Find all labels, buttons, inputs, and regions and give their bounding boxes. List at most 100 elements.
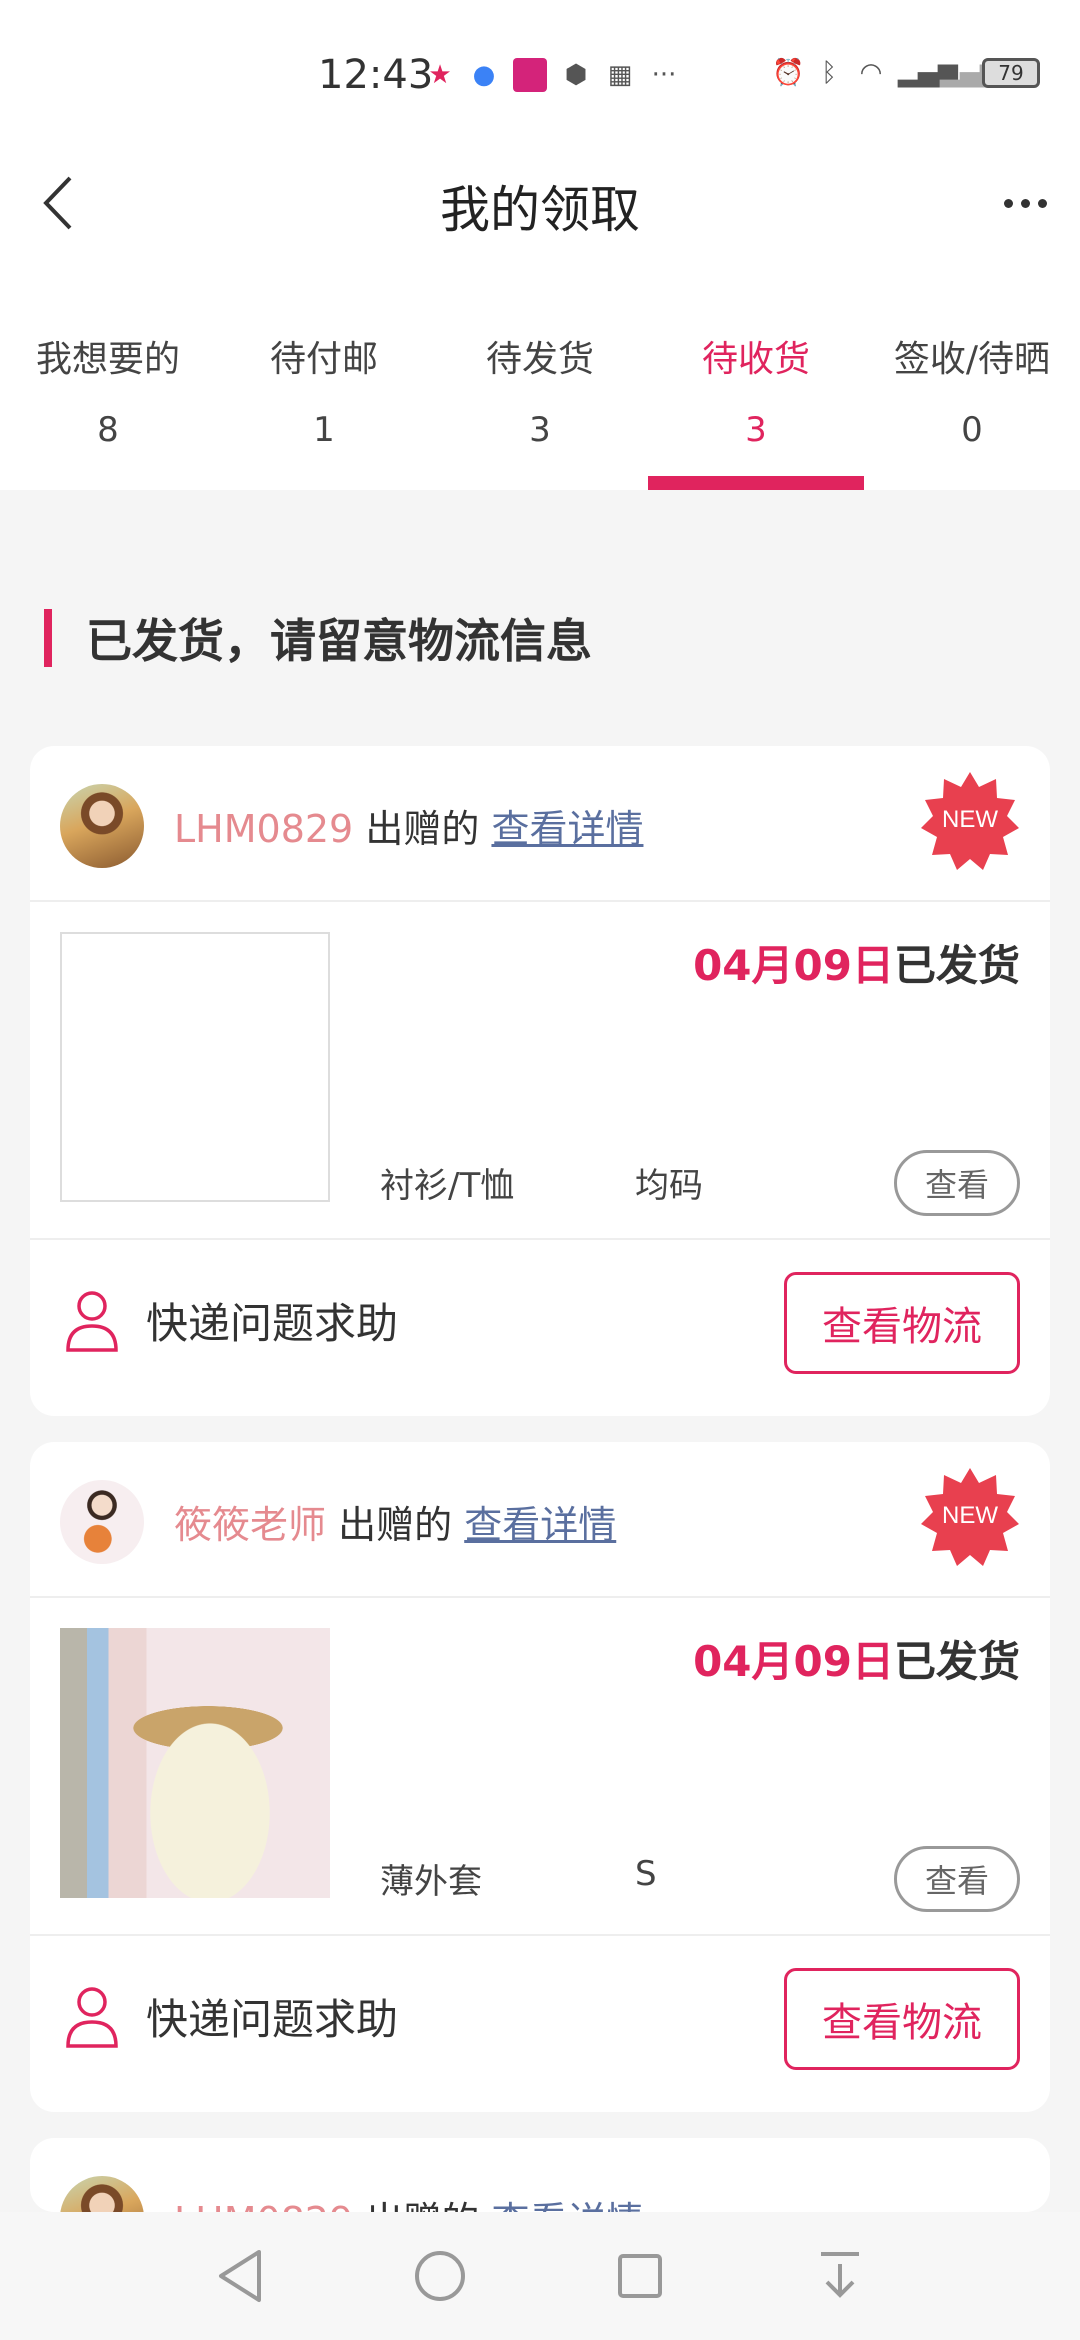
card-header: LHM0829 出赠的 查看详情	[30, 2138, 1050, 2212]
tab-pending-postage[interactable]: 待付邮 1	[216, 310, 432, 490]
ship-date: 04月09日	[693, 941, 894, 990]
battery-icon: 79	[982, 58, 1040, 88]
card-header-text: LHM0829 出赠的 查看详情	[174, 2190, 643, 2212]
tab-pending-receipt[interactable]: 待收货 3	[648, 310, 864, 490]
ship-info: 04月09日已发货	[693, 932, 1020, 993]
active-tab-indicator	[648, 476, 864, 490]
calendar-icon: ▦	[607, 60, 633, 90]
ship-status: 已发货	[893, 941, 1020, 990]
card-body: 04月09日已发货 薄外套 S 查看	[30, 1598, 1050, 1936]
tab-count: 0	[961, 410, 983, 450]
tab-label: 待收货	[701, 339, 810, 380]
browser-app-icon: ●	[472, 60, 496, 90]
item-thumbnail[interactable]	[60, 1628, 330, 1898]
tab-signed[interactable]: 签收/待晒 0	[864, 310, 1080, 490]
nav-home-button[interactable]	[408, 2244, 472, 2308]
shipping-help[interactable]: 快递问题求助	[64, 1288, 398, 1352]
avatar[interactable]	[60, 784, 144, 868]
system-nav-bar	[0, 2212, 1080, 2340]
tab-label: 待付邮	[269, 339, 378, 380]
gift-card: LHM0829 出赠的 查看详情 NEW 04月09日已发货 衬衫/T恤 均码 …	[30, 746, 1050, 1416]
circle-home-icon	[415, 2251, 465, 2301]
view-button[interactable]: 查看	[894, 1846, 1020, 1912]
shipping-help-label: 快递问题求助	[146, 1994, 399, 2044]
card-header: 筱筱老师 出赠的 查看详情 NEW	[30, 1442, 1050, 1598]
tab-pending-shipment[interactable]: 待发货 3	[432, 310, 648, 490]
section-accent-bar	[44, 609, 52, 667]
item-type: 薄外套	[380, 1862, 482, 1902]
gift-card: LHM0829 出赠的 查看详情	[30, 2138, 1050, 2212]
more-dot-icon	[1020, 198, 1030, 208]
wifi-icon: ◠	[859, 58, 883, 88]
view-logistics-button[interactable]: 查看物流	[784, 1968, 1020, 2070]
more-dot-icon	[1003, 198, 1013, 208]
new-badge-text: NEW	[942, 1502, 998, 1529]
give-label: 出赠的	[338, 1503, 453, 1547]
tab-count: 1	[313, 410, 335, 450]
giver-name[interactable]: LHM0829	[174, 807, 353, 851]
signal-5g-icon: ▂▄▆	[898, 58, 958, 88]
gift-card: 筱筱老师 出赠的 查看详情 NEW 04月09日已发货 薄外套 S 查看 快递问…	[30, 1442, 1050, 2112]
pull-down-icon	[821, 2252, 859, 2298]
new-badge-text: NEW	[942, 806, 998, 833]
tab-label: 我想要的	[35, 339, 180, 380]
nav-back-button[interactable]	[208, 2244, 272, 2308]
shipping-help[interactable]: 快递问题求助	[64, 1984, 398, 2048]
item-size: S	[635, 1854, 657, 1894]
item-size: 均码	[635, 1166, 703, 1206]
ship-status: 已发货	[893, 1637, 1020, 1686]
system-icons: ⏰ ᛒ ◠ ▂▄▆ ▂▄▆ 79	[772, 58, 1040, 88]
tab-wanted[interactable]: 我想要的 8	[0, 310, 216, 490]
ship-info: 04月09日已发货	[693, 1628, 1020, 1689]
card-header-text: 筱筱老师 出赠的 查看详情	[174, 1494, 616, 1549]
user-icon	[66, 1987, 118, 2048]
hand-icon: ⬢	[564, 60, 588, 90]
avatar[interactable]	[60, 1480, 144, 1564]
tab-label: 待发货	[485, 339, 594, 380]
bluetooth-icon: ᛒ	[821, 58, 837, 88]
more-dot-icon	[1037, 198, 1047, 208]
giver-name[interactable]: 筱筱老师	[174, 1503, 326, 1547]
avatar[interactable]	[60, 2176, 144, 2212]
nav-recents-button[interactable]	[608, 2244, 672, 2308]
give-label: 出赠的	[365, 807, 480, 851]
more-notifications-icon: ···	[651, 60, 677, 90]
card-header: LHM0829 出赠的 查看详情 NEW	[30, 746, 1050, 902]
triangle-back-icon	[219, 2250, 261, 2302]
status-time: 12:43	[318, 52, 434, 98]
user-icon	[66, 1291, 118, 1352]
star-app-icon: ★	[428, 60, 452, 90]
ship-date: 04月09日	[693, 1637, 894, 1686]
nav-notification-button[interactable]	[808, 2244, 872, 2308]
view-logistics-button[interactable]: 查看物流	[784, 1272, 1020, 1374]
page-title: 我的领取	[440, 181, 640, 239]
tab-label: 签收/待晒	[893, 339, 1051, 380]
view-details-link[interactable]: 查看详情	[491, 807, 643, 851]
status-tabs: 我想要的 8 待付邮 1 待发货 3 待收货 3 签收/待晒 0	[0, 310, 1080, 490]
tab-count: 3	[529, 410, 551, 450]
card-footer: 快递问题求助 查看物流	[30, 1936, 1050, 2112]
shop-app-icon	[513, 58, 547, 92]
tab-count: 3	[745, 410, 767, 450]
giver-name[interactable]: LHM0829	[174, 2199, 353, 2212]
give-label: 出赠的	[365, 2199, 479, 2212]
status-bar: 12:43 ★ ● ⬢ ▦ ··· ⏰ ᛒ ◠ ▂▄▆ ▂▄▆ 79	[0, 0, 1080, 150]
view-button[interactable]: 查看	[894, 1150, 1020, 1216]
square-recents-icon	[618, 2254, 662, 2298]
view-details-link[interactable]: 查看详情	[491, 2199, 643, 2212]
item-type: 衬衫/T恤	[380, 1166, 515, 1206]
item-thumbnail[interactable]	[60, 932, 330, 1202]
new-badge: NEW	[921, 1468, 1019, 1566]
header: 我的领取	[0, 150, 1080, 310]
notification-icons: ★ ● ⬢ ▦ ···	[425, 58, 679, 92]
section-heading: 已发货，请留意物流信息	[44, 606, 592, 670]
view-details-link[interactable]: 查看详情	[464, 1503, 616, 1547]
card-footer: 快递问题求助 查看物流	[30, 1240, 1050, 1416]
card-header-text: LHM0829 出赠的 查看详情	[174, 798, 643, 853]
alarm-icon: ⏰	[772, 58, 805, 88]
more-button[interactable]	[990, 178, 1060, 228]
section-title: 已发货，请留意物流信息	[86, 614, 592, 668]
card-body: 04月09日已发货 衬衫/T恤 均码 查看	[30, 902, 1050, 1240]
shipping-help-label: 快递问题求助	[146, 1298, 399, 1348]
tab-count: 8	[97, 410, 119, 450]
